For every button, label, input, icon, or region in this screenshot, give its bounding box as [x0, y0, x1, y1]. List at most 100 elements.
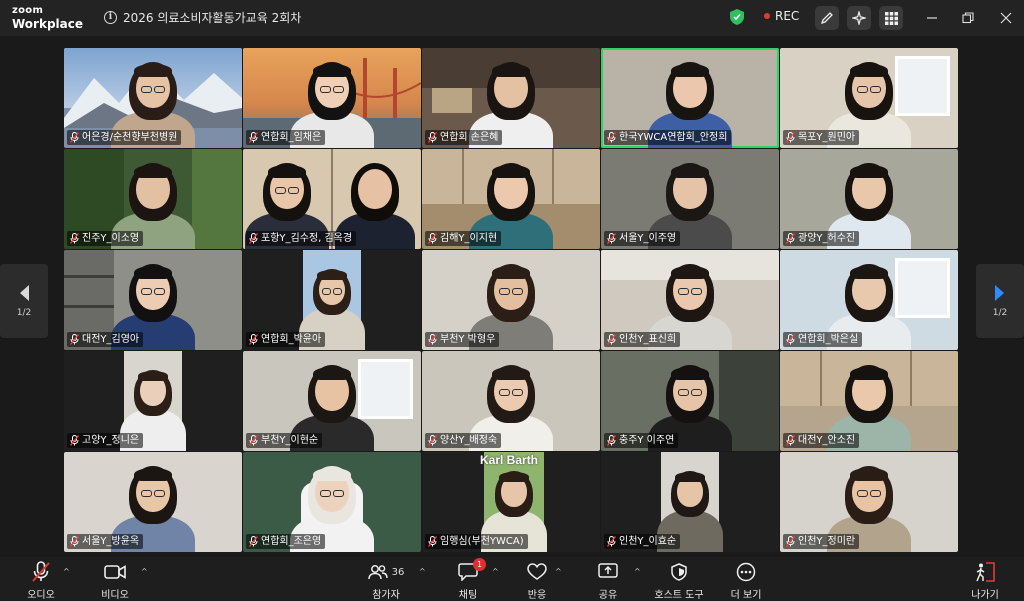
participant-name: 광양Y_허수진: [798, 233, 856, 244]
share-button[interactable]: 공유: [578, 561, 638, 601]
participant-name-label: 진주Y_이소영: [67, 231, 144, 246]
prev-page-button[interactable]: 1/2: [0, 264, 48, 338]
participant-tile[interactable]: 고양Y_정니은: [64, 351, 242, 451]
ai-companion-button[interactable]: [847, 6, 871, 30]
minimize-button[interactable]: [922, 8, 942, 28]
info-icon[interactable]: i: [104, 11, 117, 24]
meeting-title: 2026 의료소비자활동가교육 2회차: [123, 11, 302, 25]
camera-icon: [104, 565, 126, 579]
participant-tile[interactable]: 연합회_박윤아: [243, 250, 421, 350]
host-shield-icon: [671, 563, 687, 581]
participant-tile[interactable]: 연합회_임채은: [243, 48, 421, 148]
more-button[interactable]: 더 보기: [716, 561, 776, 601]
more-dots-icon: [736, 562, 756, 582]
mic-muted-icon: [249, 536, 258, 547]
participant-tile[interactable]: 부천Y_이현순: [243, 351, 421, 451]
meeting-info[interactable]: i 2026 의료소비자활동가교육 2회차: [104, 9, 301, 26]
react-options-chevron-icon[interactable]: ^: [555, 567, 562, 576]
leave-button[interactable]: 나가기: [955, 561, 1015, 601]
next-page-button[interactable]: 1/2: [976, 264, 1024, 338]
logo-line2: Workplace: [12, 17, 84, 31]
participant-name-label: 인천Y_이효순: [604, 534, 681, 549]
participant-tile[interactable]: 인천Y_정미란: [780, 452, 958, 552]
zoom-logo: zoom Workplace: [12, 5, 84, 31]
participants-button[interactable]: 36 참가자: [351, 561, 421, 601]
leave-label: 나가기: [971, 590, 999, 601]
mic-muted-icon: [786, 435, 795, 446]
participant-tile[interactable]: 서울Y_이주영: [601, 149, 779, 249]
logo-line1: zoom: [12, 5, 44, 16]
mic-muted-icon: [607, 132, 616, 143]
participant-tile[interactable]: 어은경/순천향부천병원: [64, 48, 242, 148]
rec-dot-icon: [764, 13, 770, 19]
mic-muted-icon: [32, 561, 50, 582]
participant-name: 대전Y_안소진: [798, 435, 856, 446]
title-bar: zoom Workplace i 2026 의료소비자활동가교육 2회차 REC: [0, 0, 1024, 36]
participant-tile[interactable]: 김해Y_이지현: [422, 149, 600, 249]
participant-name-label: 한국YWCA연합회_안정희: [604, 130, 732, 145]
video-button[interactable]: 비디오: [85, 561, 145, 601]
mic-muted-icon: [607, 334, 616, 345]
video-options-chevron-icon[interactable]: ^: [141, 567, 148, 576]
mic-muted-icon: [786, 536, 795, 547]
participant-tile[interactable]: 부천Y 박형우: [422, 250, 600, 350]
audio-options-chevron-icon[interactable]: ^: [63, 567, 70, 576]
participant-name-label: 충주Y 이주연: [604, 433, 679, 448]
host-tools-button[interactable]: 호스트 도구: [646, 561, 712, 601]
participant-name-label: 연합회 손은혜: [425, 130, 503, 145]
chevron-left-icon: [20, 285, 29, 301]
audio-button[interactable]: 오디오: [11, 561, 71, 601]
minimize-icon: [927, 17, 937, 19]
participant-tile[interactable]: 인천Y_이효순: [601, 452, 779, 552]
participant-tile[interactable]: 포항Y_김수정, 김옥경: [243, 149, 421, 249]
share-options-chevron-icon[interactable]: ^: [634, 567, 641, 576]
participant-name-label: 어은경/순천향부천병원: [67, 130, 182, 145]
pen-icon: [820, 12, 833, 25]
participant-tile[interactable]: 연합회_조은영: [243, 452, 421, 552]
react-label: 반응: [527, 590, 547, 601]
security-shield-icon[interactable]: [730, 9, 744, 29]
annotate-button[interactable]: [815, 6, 839, 30]
leave-door-icon: [976, 562, 995, 582]
participant-tile[interactable]: 목포Y_원민아: [780, 48, 958, 148]
participant-tile[interactable]: 연합회_박은실: [780, 250, 958, 350]
participant-name-label: 서울Y_이주영: [604, 231, 681, 246]
participant-name: 서울Y_이주영: [619, 233, 677, 244]
participant-tile[interactable]: 광양Y_허수진: [780, 149, 958, 249]
participant-tile[interactable]: 한국YWCA연합회_안정희: [601, 48, 779, 148]
recording-indicator[interactable]: REC: [764, 9, 799, 23]
participant-name: 연합회_임채은: [261, 132, 322, 143]
participant-tile[interactable]: Karl Barth 임행심(부천YWCA): [422, 452, 600, 552]
participant-tile[interactable]: 서울Y_방윤옥: [64, 452, 242, 552]
video-gallery: 어은경/순천향부천병원 연합회_임채은 연합회 손은혜 한국YWCA연합회_안정희 목포…: [64, 48, 960, 553]
participant-tile[interactable]: 충주Y 이주연: [601, 351, 779, 451]
restore-button[interactable]: [958, 8, 978, 28]
chat-button[interactable]: 1 채팅: [438, 558, 498, 601]
close-icon: [1000, 12, 1012, 24]
people-icon: [367, 565, 388, 580]
chat-label: 채팅: [458, 590, 478, 601]
participant-tile[interactable]: 인천Y_표신희: [601, 250, 779, 350]
participant-tile[interactable]: 연합회 손은혜: [422, 48, 600, 148]
participant-tile[interactable]: 양산Y_배정숙: [422, 351, 600, 451]
close-button[interactable]: [996, 8, 1016, 28]
chat-options-chevron-icon[interactable]: ^: [492, 567, 499, 576]
participant-name: 목포Y_원민아: [798, 132, 856, 143]
mic-muted-icon: [428, 132, 437, 143]
participant-name-label: 양산Y_배정숙: [425, 433, 502, 448]
mic-muted-icon: [428, 334, 437, 345]
participant-tile[interactable]: 대전Y_김영아: [64, 250, 242, 350]
participant-name-label: 연합회_박은실: [783, 332, 863, 347]
participant-name: 연합회 손은혜: [440, 132, 499, 143]
participant-name: 인천Y_정미란: [798, 536, 856, 547]
participant-name-label: 고양Y_정니은: [67, 433, 144, 448]
participant-tile[interactable]: 진주Y_이소영: [64, 149, 242, 249]
participant-tile[interactable]: 대전Y_안소진: [780, 351, 958, 451]
apps-button[interactable]: [879, 6, 903, 30]
mic-muted-icon: [786, 132, 795, 143]
grid-icon: [884, 11, 898, 25]
mic-muted-icon: [70, 536, 79, 547]
participant-name-label: 대전Y_안소진: [783, 433, 860, 448]
participants-options-chevron-icon[interactable]: ^: [419, 567, 426, 576]
mic-muted-icon: [249, 132, 258, 143]
